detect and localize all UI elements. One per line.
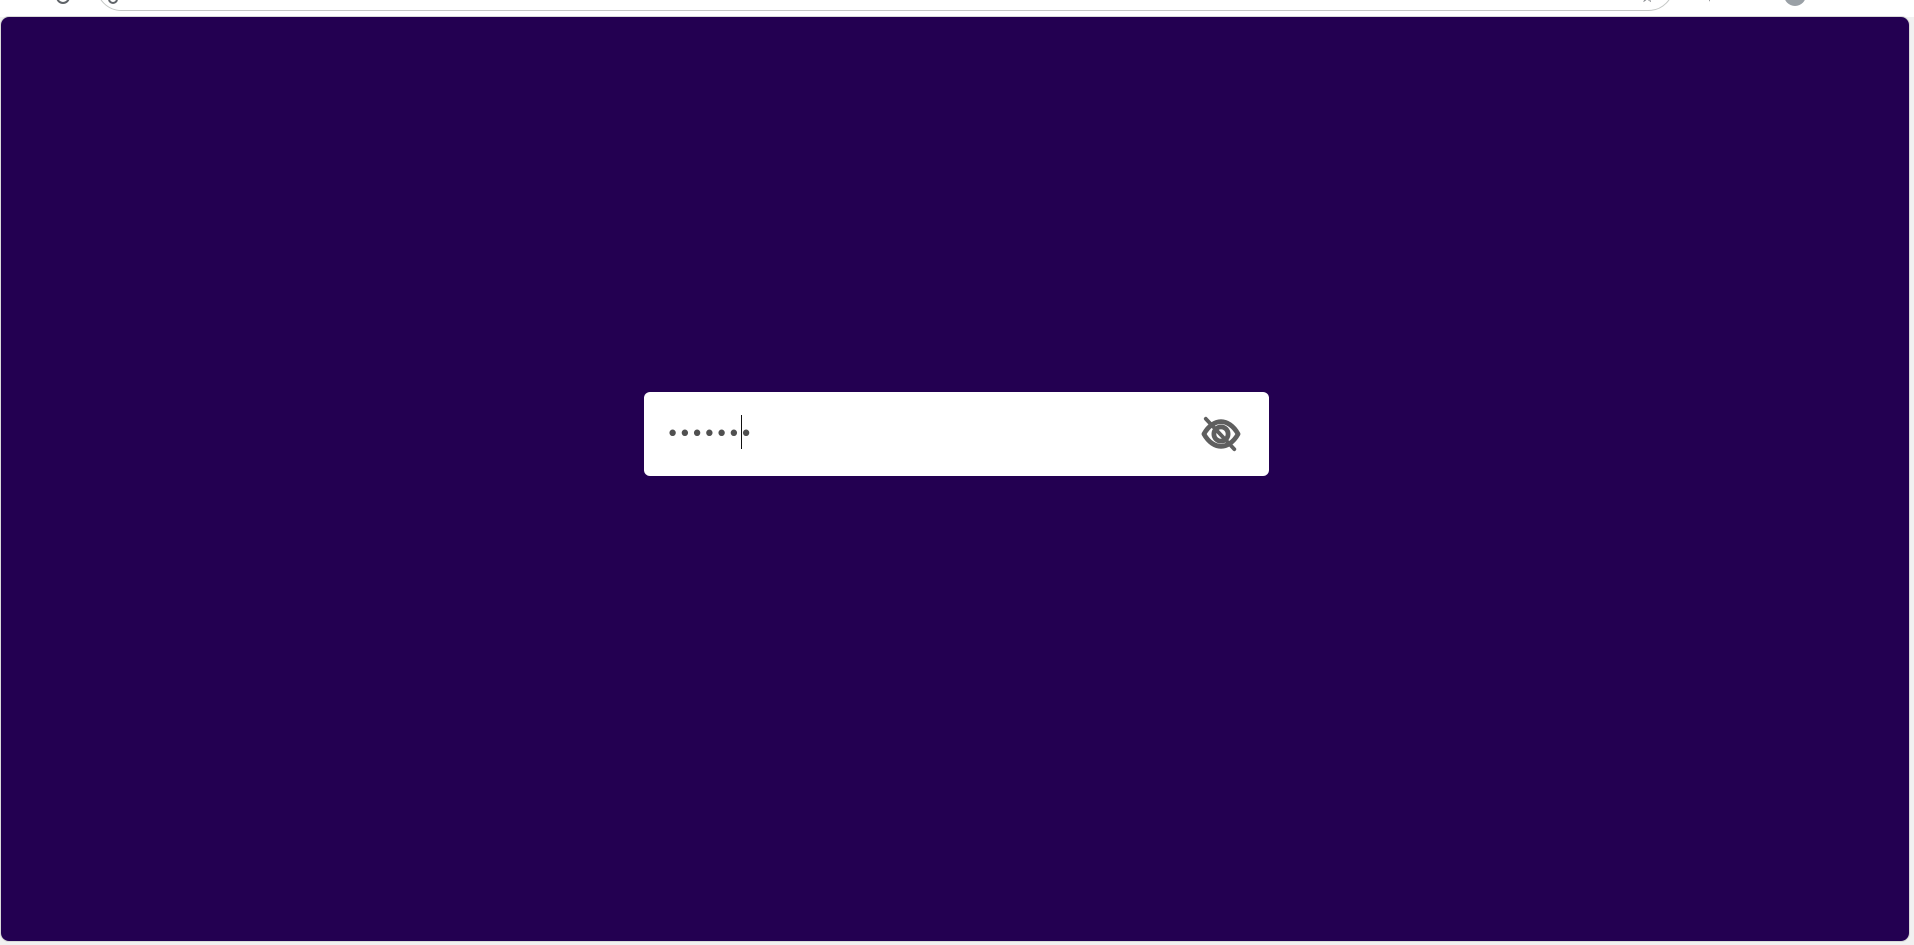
address-bar[interactable] xyxy=(96,0,1674,11)
password-input[interactable] xyxy=(666,414,1186,454)
toggle-password-visibility-button[interactable] xyxy=(1197,413,1245,455)
page-background xyxy=(1,17,1909,941)
reload-icon[interactable] xyxy=(56,0,70,4)
star-icon[interactable]: ☆ xyxy=(1640,0,1658,6)
puzzle-icon[interactable]: ✦ xyxy=(1704,0,1716,4)
password-box xyxy=(644,392,1269,476)
browser-toolbar: ☆ ✦ ⋯ xyxy=(0,0,1914,17)
avatar[interactable] xyxy=(1784,0,1806,6)
menu-icon[interactable]: ⋯ xyxy=(1882,0,1898,5)
eye-slash-icon xyxy=(1201,416,1241,452)
page-viewport xyxy=(1,17,1909,941)
text-caret xyxy=(741,415,742,449)
